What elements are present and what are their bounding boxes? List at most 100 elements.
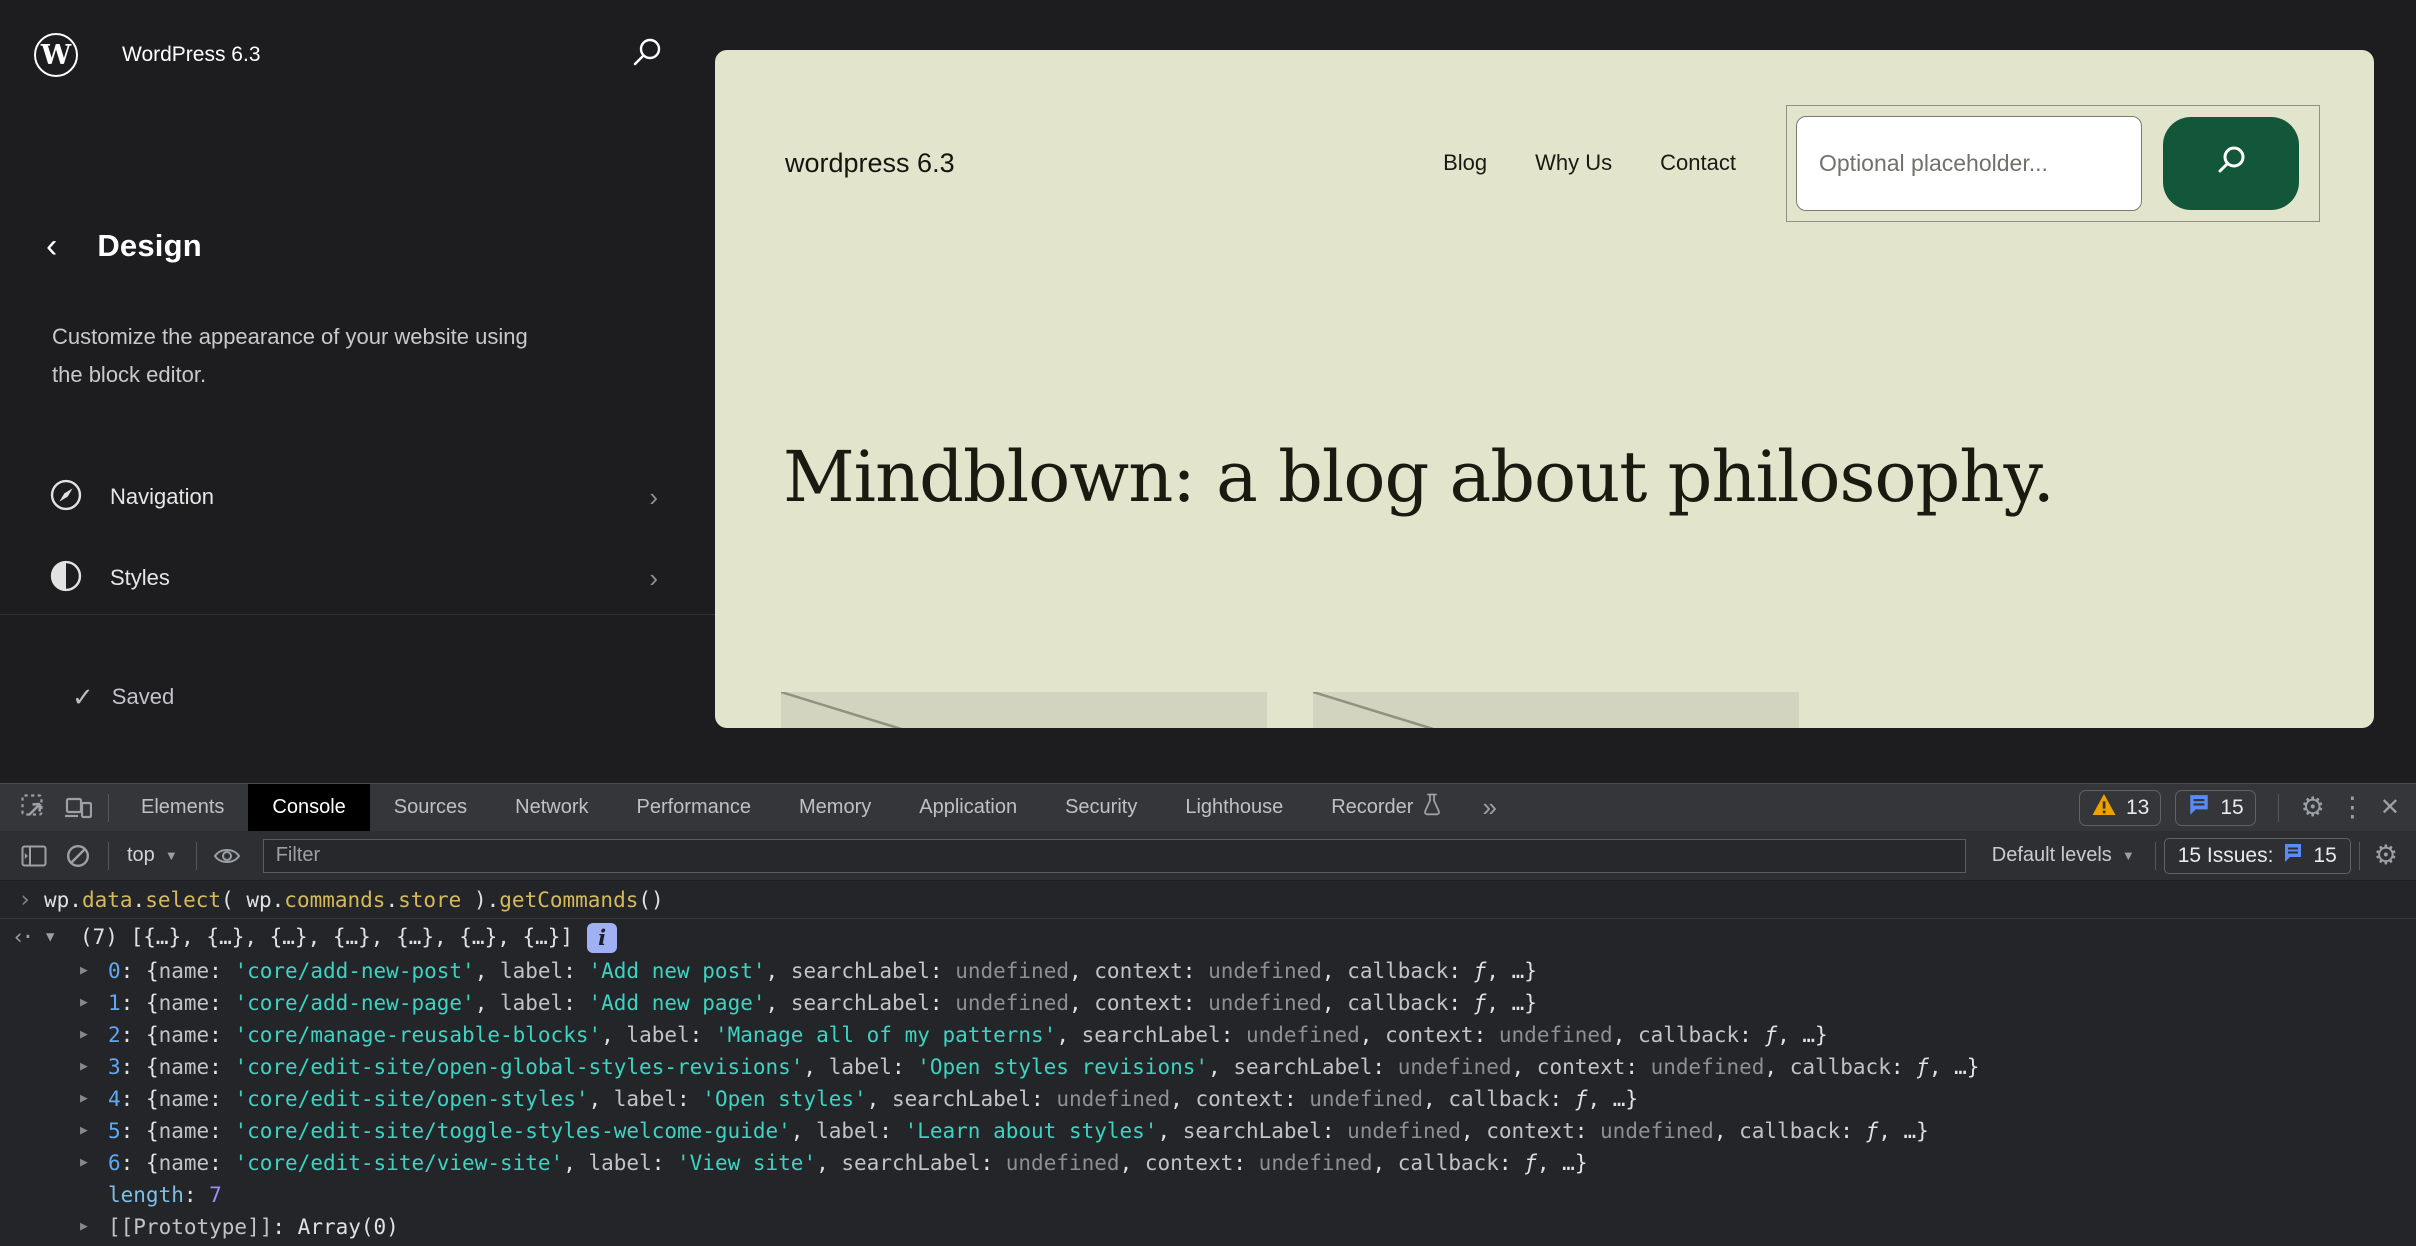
search-icon[interactable] <box>629 35 665 76</box>
design-description: Customize the appearance of your website… <box>52 318 542 394</box>
prompt-icon: › <box>18 881 32 919</box>
site-preview-canvas[interactable]: wordpress 6.3 Blog Why Us Contact Mindbl… <box>715 50 2374 728</box>
nav-link-blog[interactable]: Blog <box>1443 150 1487 176</box>
live-expression-eye-icon[interactable] <box>205 836 249 876</box>
console-filter-input[interactable] <box>263 839 1966 873</box>
tab-lighthouse[interactable]: Lighthouse <box>1161 784 1307 831</box>
more-tabs-icon[interactable]: » <box>1466 792 1512 823</box>
site-title[interactable]: wordpress 6.3 <box>785 148 955 179</box>
expand-toggle-icon[interactable]: ▶ <box>80 1115 88 1147</box>
nav-link-contact[interactable]: Contact <box>1660 150 1736 176</box>
prototype-key: [[Prototype]] <box>108 1215 272 1239</box>
expand-toggle-icon[interactable]: ▶ <box>80 1147 88 1179</box>
wordpress-logo-icon[interactable]: W <box>34 33 78 77</box>
back-chevron-icon[interactable]: ‹ <box>46 228 57 264</box>
wp-admin-sidebar: W WordPress 6.3 ‹ Design Customize the a… <box>0 0 715 783</box>
nav-link-why-us[interactable]: Why Us <box>1535 150 1612 176</box>
tab-application[interactable]: Application <box>895 784 1041 831</box>
expand-toggle-icon[interactable]: ▶ <box>80 1019 88 1051</box>
console-array-row[interactable]: ▶6: {name: 'core/edit-site/view-site', l… <box>0 1147 2416 1179</box>
messages-badge[interactable]: 15 <box>2175 790 2255 826</box>
console-sidebar-icon[interactable] <box>12 836 56 876</box>
chevron-right-icon: › <box>649 563 658 594</box>
issues-count: 15 <box>2313 844 2336 868</box>
warnings-badge[interactable]: 13 <box>2079 790 2161 826</box>
admin-site-title: WordPress 6.3 <box>122 43 261 67</box>
toolbar-divider <box>2278 794 2279 822</box>
console-prototype-row[interactable]: ▶ [[Prototype]]: Array(0) <box>0 1211 2416 1243</box>
console-array-rows: ▶0: {name: 'core/add-new-post', label: '… <box>0 955 2416 1179</box>
site-search-input[interactable] <box>1796 116 2142 211</box>
devtools-tabbar: ElementsConsoleSourcesNetworkPerformance… <box>0 784 2416 831</box>
sidebar-item-styles[interactable]: Styles › <box>48 547 658 609</box>
message-bubble-icon <box>2282 842 2304 870</box>
expand-toggle-icon[interactable]: ▶ <box>80 955 88 987</box>
site-search-form <box>1786 105 2320 222</box>
console-settings-gear-icon[interactable]: ⚙ <box>2368 842 2404 869</box>
kebab-menu-icon[interactable]: ⋮ <box>2339 794 2366 821</box>
devtools-panel: ElementsConsoleSourcesNetworkPerformance… <box>0 783 2416 1246</box>
console-array-row[interactable]: ▶1: {name: 'core/add-new-page', label: '… <box>0 987 2416 1019</box>
array-preview: (7) [{…}, {…}, {…}, {…}, {…}, {…}, {…}] <box>80 925 573 949</box>
console-array-row[interactable]: ▶3: {name: 'core/edit-site/open-global-s… <box>0 1051 2416 1083</box>
expand-toggle-icon[interactable]: ▶ <box>80 987 88 1019</box>
toolbar-divider <box>196 842 197 870</box>
console-command[interactable]: › wp.data.select( wp.commands.store ).ge… <box>0 881 2416 919</box>
toolbar-divider <box>108 794 109 822</box>
context-label: top <box>127 844 155 867</box>
post-image-placeholder <box>1313 692 1799 728</box>
inspect-element-icon[interactable] <box>12 788 56 828</box>
sidebar-item-label: Navigation <box>110 484 214 510</box>
close-devtools-icon[interactable]: ✕ <box>2380 793 2400 822</box>
device-toolbar-icon[interactable] <box>56 788 100 828</box>
tab-network[interactable]: Network <box>491 784 612 831</box>
site-search-button[interactable] <box>2163 117 2299 210</box>
log-levels-selector[interactable]: Default levels ▼ <box>1980 844 2147 867</box>
expand-toggle-icon[interactable]: ▶ <box>80 1211 88 1243</box>
site-nav: Blog Why Us Contact <box>1443 150 1736 176</box>
returned-value-icon: ‹· <box>12 919 31 955</box>
chevron-down-icon: ▼ <box>2122 848 2135 863</box>
check-icon: ✓ <box>72 682 94 713</box>
console-array-row[interactable]: ▶2: {name: 'core/manage-reusable-blocks'… <box>0 1019 2416 1051</box>
collapse-toggle-icon[interactable]: ▼ <box>46 919 54 955</box>
warning-count: 13 <box>2126 796 2149 820</box>
save-status: ✓ Saved <box>72 676 174 718</box>
save-status-label: Saved <box>112 684 174 710</box>
console-length-row: length: 7 <box>0 1179 2416 1211</box>
tab-elements[interactable]: Elements <box>117 784 248 831</box>
console-array-row[interactable]: ▶0: {name: 'core/add-new-post', label: '… <box>0 955 2416 987</box>
settings-gear-icon[interactable]: ⚙ <box>2301 794 2325 821</box>
tab-recorder[interactable]: Recorder <box>1307 784 1466 831</box>
levels-label: Default levels <box>1992 844 2112 867</box>
sidebar-divider <box>0 614 715 615</box>
sidebar-item-navigation[interactable]: Navigation › <box>48 466 658 528</box>
console-array-row[interactable]: ▶5: {name: 'core/edit-site/toggle-styles… <box>0 1115 2416 1147</box>
length-key: length <box>108 1183 184 1207</box>
console-result[interactable]: ‹· ▼ (7) [{…}, {…}, {…}, {…}, {…}, {…}, … <box>0 919 2416 955</box>
length-value: 7 <box>209 1183 222 1207</box>
console-array-row[interactable]: ▶4: {name: 'core/edit-site/open-styles',… <box>0 1083 2416 1115</box>
search-icon <box>2213 144 2249 183</box>
issues-label: 15 Issues: <box>2178 844 2274 868</box>
info-badge-icon[interactable]: i <box>587 923 617 953</box>
expand-toggle-icon[interactable]: ▶ <box>80 1051 88 1083</box>
expand-toggle-icon[interactable]: ▶ <box>80 1083 88 1115</box>
context-selector[interactable]: top ▼ <box>117 844 188 867</box>
message-bubble-icon <box>2187 793 2211 823</box>
console-command-code: wp.data.select( wp.commands.store ).getC… <box>44 888 664 912</box>
console-toolbar: top ▼ Default levels ▼ 15 Issues: 15 ⚙ <box>0 831 2416 881</box>
tab-memory[interactable]: Memory <box>775 784 895 831</box>
tab-performance[interactable]: Performance <box>613 784 776 831</box>
issues-counter[interactable]: 15 Issues: 15 <box>2164 838 2351 874</box>
toolbar-divider <box>2359 842 2360 870</box>
toolbar-divider <box>2155 842 2156 870</box>
tab-sources[interactable]: Sources <box>370 784 491 831</box>
clear-console-icon[interactable] <box>56 836 100 876</box>
screen: W WordPress 6.3 ‹ Design Customize the a… <box>0 0 2416 1246</box>
message-count: 15 <box>2220 796 2243 820</box>
tab-console[interactable]: Console <box>248 784 369 831</box>
page-title: Design <box>97 228 202 264</box>
compass-icon <box>48 477 84 518</box>
tab-security[interactable]: Security <box>1041 784 1161 831</box>
